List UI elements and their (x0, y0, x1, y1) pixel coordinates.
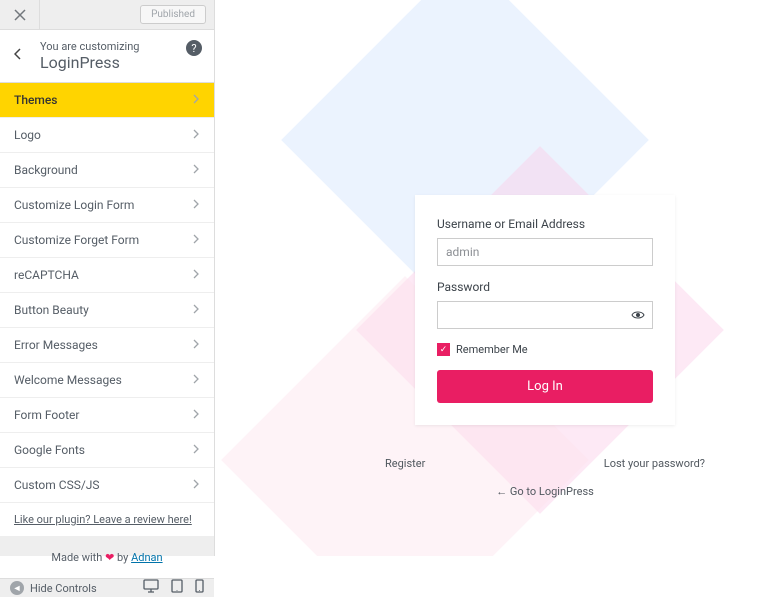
remember-checkbox[interactable]: ✓ (437, 343, 450, 356)
hide-controls-button[interactable]: ◄ Hide Controls (10, 581, 97, 595)
sidebar-item-label: Background (14, 163, 78, 177)
password-wrapper (437, 301, 653, 343)
username-label: Username or Email Address (437, 217, 653, 231)
sidebar-header: You are customizing LoginPress ? (0, 30, 214, 83)
customizer-sidebar: Published You are customizing LoginPress… (0, 0, 215, 556)
author-link[interactable]: Adnan (131, 551, 163, 564)
sidebar-top-bar: Published (0, 0, 214, 30)
chevron-right-icon (193, 198, 200, 212)
collapse-icon: ◄ (10, 581, 24, 595)
help-icon[interactable]: ? (186, 40, 202, 56)
sidebar-item-themes[interactable]: Themes (0, 83, 214, 118)
header-subtitle: You are customizing (40, 40, 139, 53)
chevron-right-icon (193, 233, 200, 247)
desktop-icon[interactable] (143, 579, 159, 597)
sidebar-item-customize-forget-form[interactable]: Customize Forget Form (0, 223, 214, 258)
remember-label: Remember Me (456, 343, 528, 356)
sidebar-item-label: Themes (14, 93, 57, 107)
sidebar-item-label: Customize Login Form (14, 198, 134, 212)
chevron-right-icon (193, 373, 200, 387)
sidebar-item-label: Logo (14, 128, 41, 142)
sidebar-item-button-beauty[interactable]: Button Beauty (0, 293, 214, 328)
preview-pane: Username or Email Address Password ✓ Rem… (215, 0, 768, 556)
chevron-right-icon (193, 163, 200, 177)
back-button[interactable] (14, 48, 32, 64)
register-link[interactable]: Register (385, 457, 425, 470)
close-icon (14, 9, 26, 21)
sidebar-item-welcome-messages[interactable]: Welcome Messages (0, 363, 214, 398)
sidebar-item-customize-login-form[interactable]: Customize Login Form (0, 188, 214, 223)
sidebar-item-form-footer[interactable]: Form Footer (0, 398, 214, 433)
sidebar-item-label: Custom CSS/JS (14, 478, 100, 492)
tablet-icon[interactable] (171, 579, 183, 597)
sidebar-item-label: Google Fonts (14, 443, 85, 457)
sidebar-item-label: reCAPTCHA (14, 268, 79, 282)
close-button[interactable] (0, 0, 40, 30)
sidebar-item-label: Button Beauty (14, 303, 89, 317)
chevron-right-icon (193, 478, 200, 492)
sidebar-item-logo[interactable]: Logo (0, 118, 214, 153)
eye-icon[interactable] (631, 309, 645, 323)
sidebar-item-custom-css-js[interactable]: Custom CSS/JS (0, 468, 214, 503)
sidebar-footer: ◄ Hide Controls (0, 578, 214, 597)
header-text: You are customizing LoginPress (40, 40, 139, 72)
password-label: Password (437, 280, 653, 294)
lost-password-link[interactable]: Lost your password? (604, 457, 705, 470)
chevron-right-icon (193, 268, 200, 282)
password-input[interactable] (437, 301, 653, 329)
made-with: Made with ❤ by Adnan (0, 537, 214, 578)
chevron-left-icon (14, 48, 22, 60)
below-form-links: Register Lost your password? (385, 457, 705, 470)
login-button[interactable]: Log In (437, 370, 653, 403)
sidebar-item-label: Customize Forget Form (14, 233, 139, 247)
sidebar-item-recaptcha[interactable]: reCAPTCHA (0, 258, 214, 293)
chevron-right-icon (193, 303, 200, 317)
mobile-icon[interactable] (195, 579, 204, 597)
publish-button[interactable]: Published (140, 5, 206, 24)
sidebar-item-label: Form Footer (14, 408, 79, 422)
remember-me[interactable]: ✓ Remember Me (437, 343, 653, 356)
chevron-right-icon (193, 93, 200, 107)
go-to-link[interactable]: ← Go to LoginPress (385, 485, 705, 498)
sidebar-item-google-fonts[interactable]: Google Fonts (0, 433, 214, 468)
device-switcher (143, 579, 204, 597)
header-title: LoginPress (40, 53, 139, 72)
sidebar-menu: Themes Logo Background Customize Login Form… (0, 83, 214, 503)
sidebar-item-label: Welcome Messages (14, 373, 122, 387)
chevron-right-icon (193, 128, 200, 142)
sidebar-item-background[interactable]: Background (0, 153, 214, 188)
username-input[interactable] (437, 238, 653, 266)
sidebar-item-label: Error Messages (14, 338, 98, 352)
review-link[interactable]: Like our plugin? Leave a review here! (0, 503, 214, 537)
sidebar-item-error-messages[interactable]: Error Messages (0, 328, 214, 363)
chevron-right-icon (193, 338, 200, 352)
login-form: Username or Email Address Password ✓ Rem… (415, 195, 675, 425)
heart-icon: ❤ (105, 551, 114, 564)
chevron-right-icon (193, 443, 200, 457)
chevron-right-icon (193, 408, 200, 422)
